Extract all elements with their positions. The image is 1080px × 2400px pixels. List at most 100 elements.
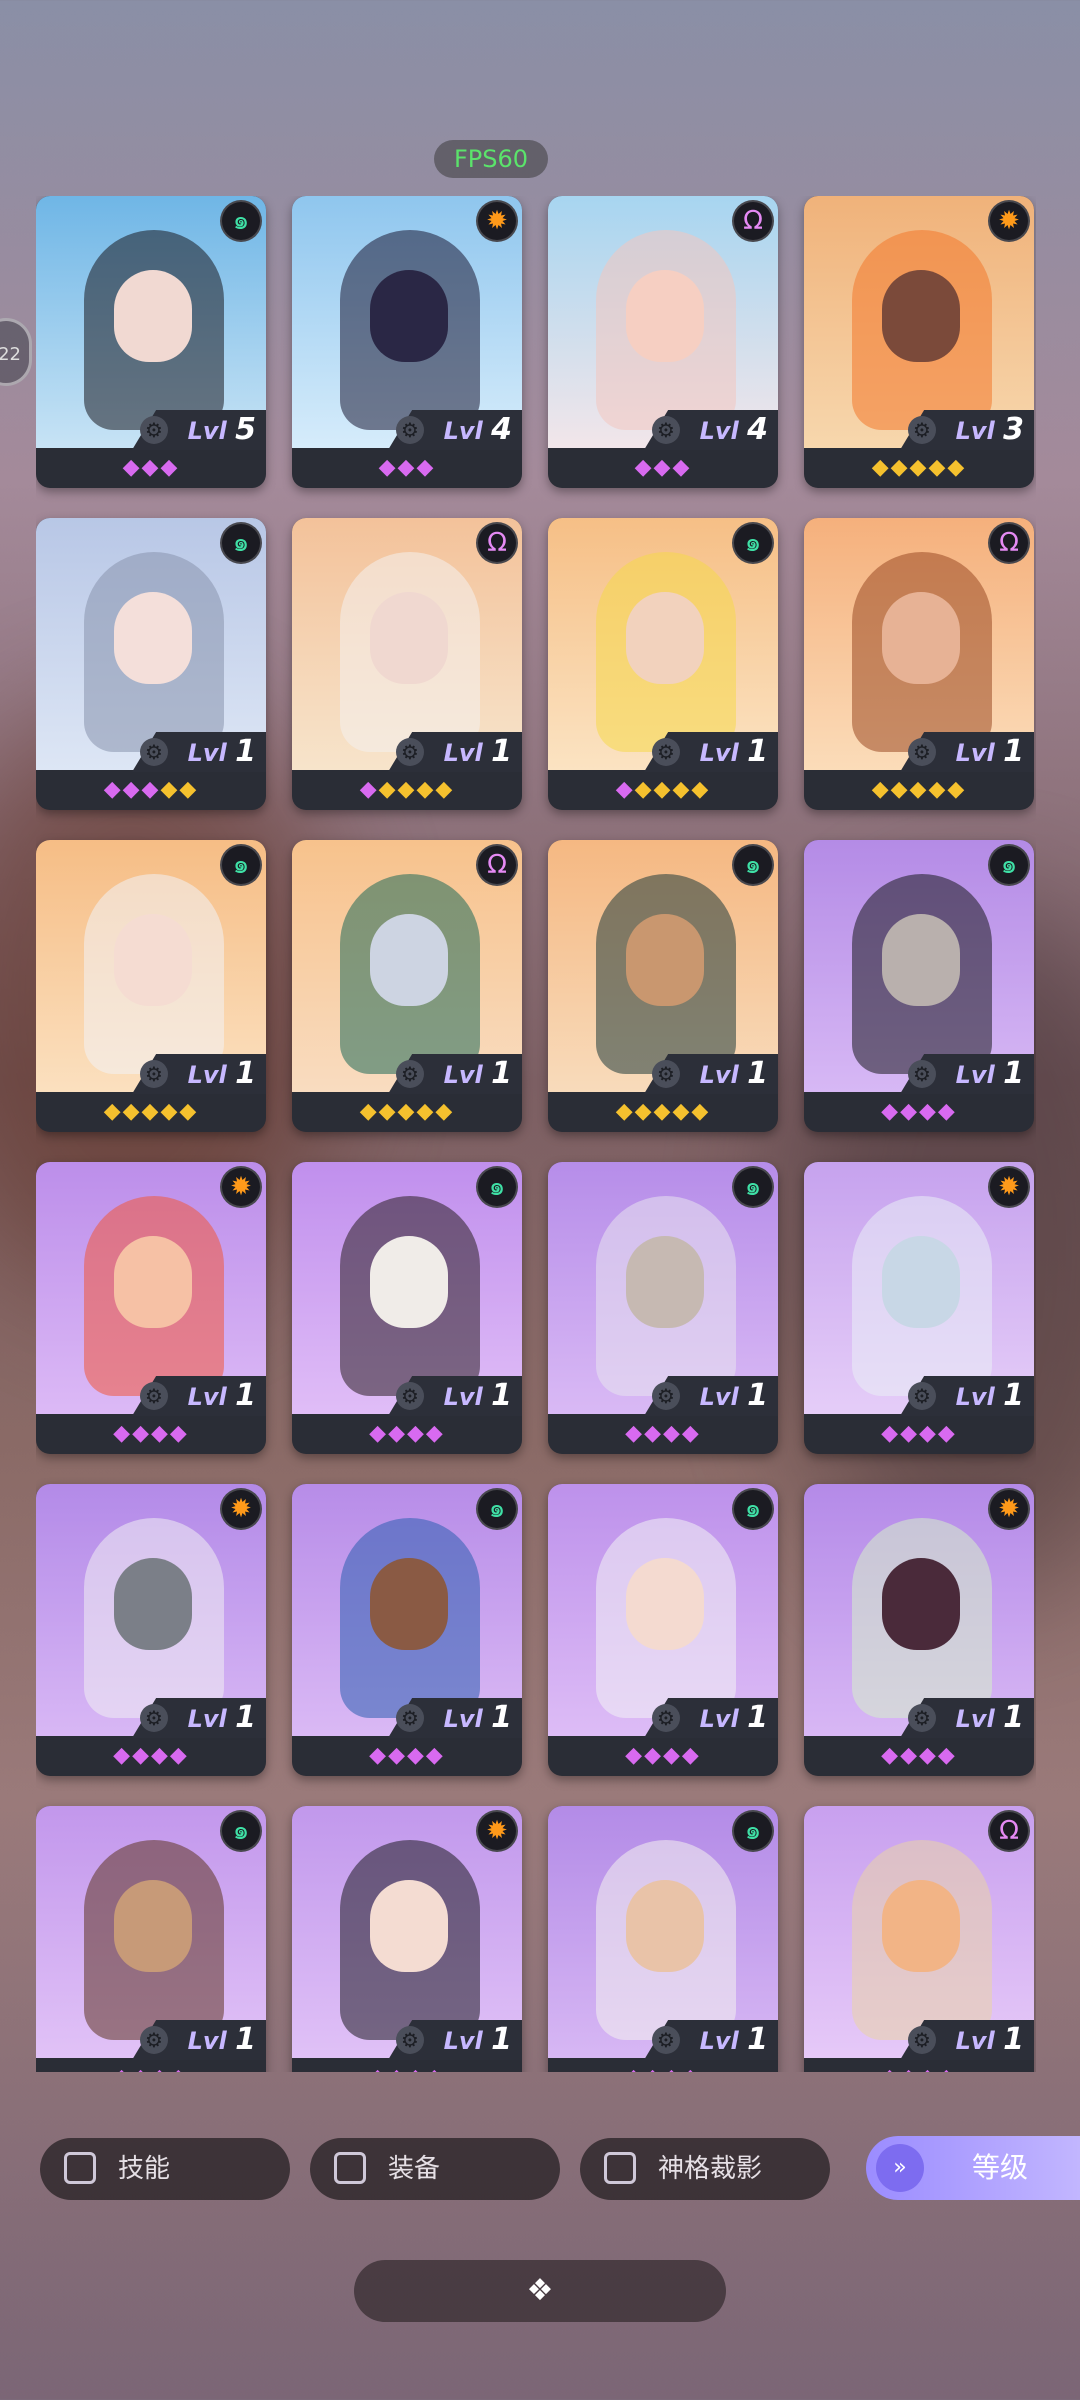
class-badge-icon: ✹ <box>220 1488 262 1530</box>
level-number: 1 <box>747 1056 768 1091</box>
sort-by-level-button[interactable]: » 等级 <box>866 2136 1080 2200</box>
class-badge-icon: ๑ <box>732 522 774 564</box>
purple-gem-icon: ◆ <box>644 1421 663 1446</box>
purple-gem-icon: ◆ <box>425 1421 445 1446</box>
hero-level: Lvl 1 <box>956 1054 1024 1094</box>
hero-card[interactable]: ๑ ⚙ Lvl 1 ◆◆◆◆◆ <box>36 840 266 1132</box>
star-rating: ◆◆◆◆◆ <box>292 1092 522 1132</box>
side-tab-handle[interactable]: 22 <box>0 318 32 386</box>
level-prefix: Lvl <box>955 1705 1004 1733</box>
gold-gem-icon: ◆ <box>122 1099 142 1124</box>
purple-gem-icon: ◆ <box>919 1099 938 1124</box>
gold-gem-icon: ◆ <box>397 1099 417 1124</box>
fps-counter: FPS60 <box>434 140 548 178</box>
star-rating: ◆◆◆◆ <box>548 1736 778 1776</box>
filter-equipment[interactable]: 装备 <box>310 2138 560 2200</box>
hero-card[interactable]: ✹⚙Lvl 1◆◆◆◆ <box>292 1806 522 2072</box>
hero-card[interactable]: ✹ ⚙ Lvl 3 ◆◆◆◆◆ <box>804 196 1034 488</box>
purple-gem-icon: ◆ <box>141 777 161 802</box>
purple-gem-icon: ◆ <box>672 455 692 480</box>
hero-card[interactable]: ๑⚙Lvl 1◆◆◆◆ <box>36 1806 266 2072</box>
filter-label: 神格裁影 <box>658 2154 763 2184</box>
purple-gem-icon: ◆ <box>937 1099 957 1124</box>
purple-gem-icon: ◆ <box>900 1421 919 1446</box>
purple-gem-icon: ◆ <box>151 2065 170 2072</box>
purple-gem-icon: ◆ <box>378 455 398 480</box>
gold-gem-icon: ◆ <box>179 777 199 802</box>
hero-card[interactable]: ✹⚙Lvl 1◆◆◆◆ <box>36 1162 266 1454</box>
purple-gem-icon: ◆ <box>416 455 436 480</box>
gear-icon: ⚙ <box>140 2026 168 2054</box>
hero-card[interactable]: Ω⚙Lvl 1◆◆◆◆ <box>804 1806 1034 2072</box>
class-badge-icon: ๑ <box>476 1166 518 1208</box>
class-badge-icon: ✹ <box>476 1810 518 1852</box>
hero-level: Lvl 1 <box>700 1376 768 1416</box>
hero-level: Lvl 1 <box>444 1698 512 1738</box>
hero-card[interactable]: Ω ⚙ Lvl 1 ◆◆◆◆◆ <box>292 840 522 1132</box>
star-rating: ◆◆◆◆ <box>548 1414 778 1454</box>
checkbox-icon[interactable] <box>604 2152 636 2184</box>
level-bar: ⚙ Lvl 4 <box>548 410 778 450</box>
gold-gem-icon: ◆ <box>928 455 948 480</box>
purple-gem-icon: ◆ <box>937 1421 957 1446</box>
hero-level: Lvl 1 <box>700 1054 768 1094</box>
level-number: 1 <box>1003 2022 1024 2057</box>
collapse-panel-button[interactable]: ❖ <box>354 2260 726 2322</box>
purple-gem-icon: ◆ <box>170 2065 189 2072</box>
level-prefix: Lvl <box>443 417 492 445</box>
checkbox-icon[interactable] <box>64 2152 96 2184</box>
hero-card[interactable]: ๑ ⚙ Lvl 1 ◆◆◆◆◆ <box>36 518 266 810</box>
hero-card[interactable]: ✹⚙Lvl 1◆◆◆◆ <box>804 1484 1034 1776</box>
level-bar: ⚙ Lvl 1 <box>292 732 522 772</box>
hero-level: Lvl 1 <box>956 1698 1024 1738</box>
level-bar: ⚙ Lvl 3 <box>804 410 1034 450</box>
double-chevron-down-icon: » <box>876 2144 924 2192</box>
gear-icon: ⚙ <box>396 1704 424 1732</box>
star-rating: ◆◆◆◆ <box>36 1736 266 1776</box>
gear-icon: ⚙ <box>140 1704 168 1732</box>
hero-card[interactable]: ✹⚙Lvl 1◆◆◆◆ <box>804 1162 1034 1454</box>
hero-card[interactable]: Ω ⚙ Lvl 1 ◆◆◆◆◆ <box>292 518 522 810</box>
level-bar: ⚙ Lvl 1 <box>804 732 1034 772</box>
hero-card[interactable]: ✹ ⚙ Lvl 4 ◆◆◆ <box>292 196 522 488</box>
gold-gem-icon: ◆ <box>397 777 417 802</box>
hero-card[interactable]: ๑⚙Lvl 1◆◆◆◆ <box>548 1162 778 1454</box>
purple-gem-icon: ◆ <box>625 1743 645 1768</box>
hero-card[interactable]: ✹⚙Lvl 1◆◆◆◆ <box>36 1484 266 1776</box>
tetris-blocks-icon: ❖ <box>526 2273 554 2308</box>
level-bar: ⚙ Lvl 1 <box>804 2020 1034 2060</box>
level-bar: ⚙ Lvl 1 <box>804 1054 1034 1094</box>
filter-skills[interactable]: 技能 <box>40 2138 290 2200</box>
hero-card[interactable]: ๑⚙Lvl 1◆◆◆◆ <box>804 840 1034 1132</box>
purple-gem-icon: ◆ <box>388 1743 407 1768</box>
hero-card[interactable]: ๑⚙Lvl 1◆◆◆◆ <box>292 1484 522 1776</box>
class-badge-icon: ✹ <box>988 1488 1030 1530</box>
hero-card[interactable]: ๑⚙Lvl 1◆◆◆◆ <box>548 1484 778 1776</box>
gear-icon: ⚙ <box>652 1060 680 1088</box>
purple-gem-icon: ◆ <box>407 1743 426 1768</box>
hero-card[interactable]: ๑⚙Lvl 1◆◆◆◆ <box>548 1806 778 2072</box>
hero-card[interactable]: ๑ ⚙ Lvl 1 ◆◆◆◆◆ <box>548 840 778 1132</box>
purple-gem-icon: ◆ <box>663 2065 682 2072</box>
level-number: 1 <box>491 1378 512 1413</box>
level-number: 1 <box>235 1056 256 1091</box>
hero-card[interactable]: Ω ⚙ Lvl 1 ◆◆◆◆◆ <box>804 518 1034 810</box>
purple-gem-icon: ◆ <box>919 1743 938 1768</box>
hero-card[interactable]: ๑ ⚙ Lvl 5 ◆◆◆ <box>36 196 266 488</box>
level-bar: ⚙ Lvl 1 <box>292 2020 522 2060</box>
checkbox-icon[interactable] <box>334 2152 366 2184</box>
hero-card[interactable]: ๑⚙Lvl 1◆◆◆◆ <box>292 1162 522 1454</box>
hero-card[interactable]: ๑ ⚙ Lvl 1 ◆◆◆◆◆ <box>548 518 778 810</box>
hero-card[interactable]: Ω ⚙ Lvl 4 ◆◆◆ <box>548 196 778 488</box>
filter-divine-shadow[interactable]: 神格裁影 <box>580 2138 830 2200</box>
hero-level: Lvl 1 <box>188 1376 256 1416</box>
level-prefix: Lvl <box>443 739 492 767</box>
class-badge-icon: ๑ <box>732 1488 774 1530</box>
gear-icon: ⚙ <box>652 416 680 444</box>
hero-face <box>370 592 448 684</box>
gear-icon: ⚙ <box>396 416 424 444</box>
purple-gem-icon: ◆ <box>681 1421 701 1446</box>
filter-label: 装备 <box>388 2154 441 2184</box>
gold-gem-icon: ◆ <box>653 1099 673 1124</box>
gold-gem-icon: ◆ <box>634 1099 654 1124</box>
